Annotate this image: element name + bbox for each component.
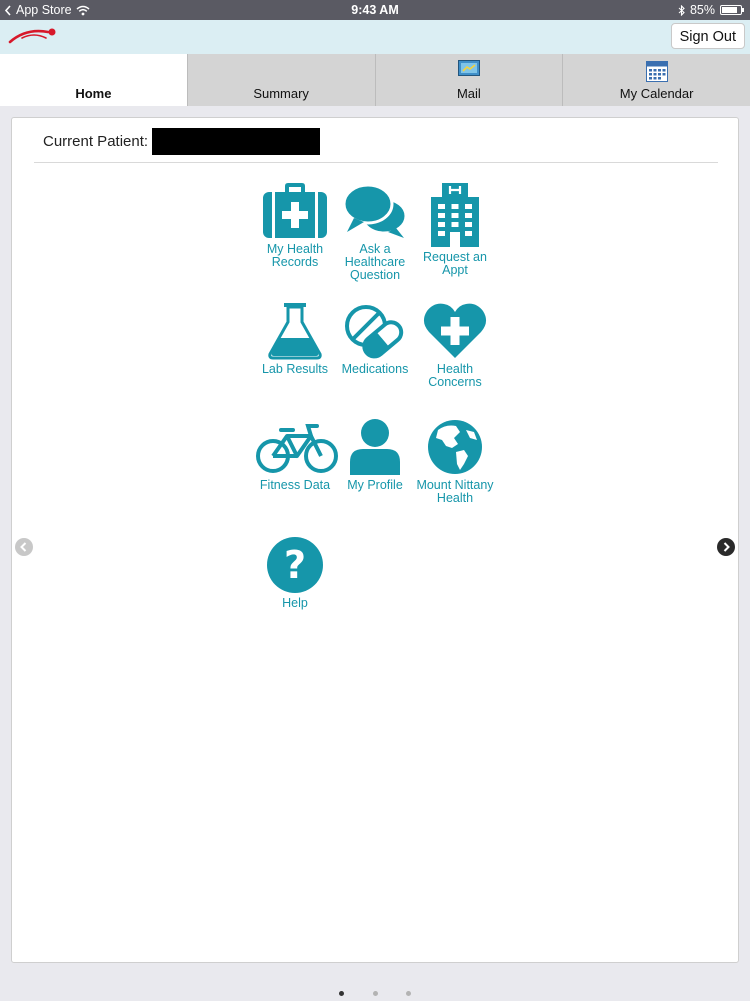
medical-bag-icon — [263, 183, 327, 238]
sign-out-button[interactable]: Sign Out — [670, 23, 745, 49]
page-dot-1[interactable] — [339, 991, 345, 996]
tab-bar: Home Summary Mail My Calendar — [0, 54, 750, 106]
tile-mount-nittany-health[interactable]: Mount Nittany Health — [415, 418, 495, 505]
next-page-button[interactable] — [717, 538, 735, 556]
app-header: Sign Out — [0, 20, 750, 54]
tile-fitness-data[interactable]: Fitness Data — [255, 418, 338, 492]
tile-label: My Profile — [347, 478, 403, 492]
question-icon: ? — [267, 537, 323, 593]
tile-label: Help — [282, 596, 308, 610]
status-right: 85% — [678, 3, 744, 17]
tile-label: Ask a Healthcare Question — [344, 242, 406, 282]
page-dot-2[interactable] — [372, 991, 378, 996]
tile-label: Health Concerns — [428, 362, 482, 389]
current-patient-label: Current Patient: — [43, 133, 149, 150]
page-dot-3[interactable] — [405, 991, 411, 996]
tile-label: Request an Appt — [423, 250, 487, 277]
hospital-icon — [431, 183, 479, 247]
tab-my-calendar[interactable]: My Calendar — [562, 54, 750, 106]
current-patient-name-redacted — [152, 128, 321, 155]
chevron-left-circle-icon — [15, 538, 33, 556]
app-logo-icon — [8, 28, 56, 44]
tile-my-health-records[interactable]: My Health Records — [255, 182, 335, 269]
tile-label: Fitness Data — [259, 478, 331, 492]
tile-medications[interactable]: Medications — [335, 302, 415, 376]
person-icon — [350, 419, 400, 475]
tab-home[interactable]: Home — [0, 54, 187, 106]
calendar-icon — [645, 61, 668, 82]
bicycle-icon — [256, 424, 338, 473]
battery-percent: 85% — [689, 3, 715, 17]
status-bar: App Store 9:43 AM 85% — [0, 0, 750, 20]
chat-bubbles-icon — [342, 183, 408, 238]
tab-home-label: Home — [75, 86, 112, 101]
flask-icon — [268, 303, 322, 360]
tile-ask-a-healthcare-question[interactable]: Ask a Healthcare Question — [335, 182, 415, 282]
globe-icon — [428, 420, 482, 474]
tab-summary-label: Summary — [253, 86, 309, 101]
tile-help[interactable]: ? Help — [255, 536, 335, 610]
bluetooth-icon — [678, 4, 685, 16]
tile-lab-results[interactable]: Lab Results — [255, 302, 335, 376]
current-patient: Current Patient: — [43, 128, 321, 155]
tile-health-concerns[interactable]: Health Concerns — [415, 302, 495, 389]
home-panel: Current Patient: My Health Records Ask a… — [11, 117, 739, 963]
previous-page-button[interactable] — [15, 538, 33, 556]
tile-label: Lab Results — [261, 362, 328, 376]
tile-label: Medications — [341, 362, 409, 376]
tab-mail[interactable]: Mail — [374, 54, 563, 106]
chevron-right-circle-icon — [717, 538, 735, 556]
tile-label: My Health Records — [266, 242, 324, 269]
tab-mail-label: Mail — [456, 86, 481, 101]
page-indicator[interactable] — [0, 983, 750, 1001]
status-time: 9:43 AM — [351, 3, 399, 17]
heart-plus-icon — [423, 303, 487, 358]
tab-summary[interactable]: Summary — [186, 54, 375, 106]
battery-icon — [720, 5, 744, 15]
divider — [34, 162, 718, 163]
mail-icon — [457, 60, 480, 76]
pills-icon — [345, 305, 404, 359]
tile-label: Mount Nittany Health — [416, 478, 494, 505]
tile-my-profile[interactable]: My Profile — [335, 418, 415, 492]
tab-my-calendar-label: My Calendar — [619, 86, 694, 101]
tile-request-an-appt[interactable]: Request an Appt — [415, 182, 495, 277]
svg-text:?: ? — [284, 543, 306, 587]
